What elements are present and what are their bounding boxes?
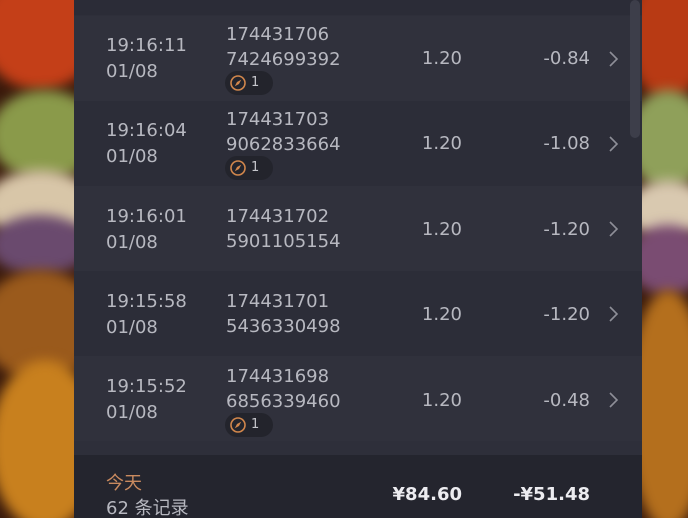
transaction-badge: 1 bbox=[225, 156, 273, 180]
transaction-date: 01/08 bbox=[106, 402, 158, 423]
chevron-right-icon[interactable] bbox=[607, 305, 621, 323]
transaction-id-line2: 7424699392 bbox=[226, 49, 341, 70]
summary-period-label: 今天 bbox=[106, 473, 142, 494]
summary-change: -¥51.48 bbox=[513, 484, 590, 505]
transaction-time: 19:16:04 bbox=[106, 120, 187, 141]
transaction-datetime: 19:15:52 01/08 bbox=[106, 374, 187, 426]
chevron-right-icon[interactable] bbox=[607, 391, 621, 409]
chevron-right-icon[interactable] bbox=[607, 220, 621, 238]
transaction-id-line1: 174431702 bbox=[226, 206, 330, 227]
compass-icon bbox=[230, 417, 246, 433]
transaction-id-line2: 5901105154 bbox=[226, 231, 341, 252]
transaction-id-line1: 174431703 bbox=[226, 109, 330, 130]
previous-row-edge bbox=[74, 0, 642, 15]
summary-total: ¥84.60 bbox=[392, 484, 462, 505]
transaction-row[interactable]: 19:16:11 01/08 174431706 7424699392 1 1.… bbox=[74, 16, 642, 101]
transaction-change: -1.20 bbox=[543, 219, 590, 240]
transaction-id-line1: 174431698 bbox=[226, 366, 330, 387]
transaction-badge: 1 bbox=[225, 71, 273, 95]
badge-count: 1 bbox=[251, 75, 260, 90]
transaction-price: 1.20 bbox=[421, 219, 462, 240]
transaction-list-panel: 19:16:11 01/08 174431706 7424699392 1 1.… bbox=[74, 0, 642, 518]
transaction-id-line2: 6856339460 bbox=[226, 391, 341, 412]
transaction-change: -0.48 bbox=[543, 390, 590, 411]
transaction-row[interactable]: 19:15:58 01/08 174431701 5436330498 1.20… bbox=[74, 271, 642, 356]
transaction-row[interactable]: 19:16:01 01/08 174431702 5901105154 1.20… bbox=[74, 186, 642, 271]
scrollbar-thumb[interactable] bbox=[630, 0, 640, 138]
transaction-time: 19:16:11 bbox=[106, 35, 187, 56]
transaction-id: 174431706 7424699392 bbox=[226, 22, 341, 72]
badge-count: 1 bbox=[251, 160, 260, 175]
transaction-id: 174431702 5901105154 bbox=[226, 204, 341, 254]
transaction-id-line1: 174431701 bbox=[226, 291, 330, 312]
transaction-time: 19:15:52 bbox=[106, 376, 187, 397]
compass-icon bbox=[230, 160, 246, 176]
transaction-time: 19:15:58 bbox=[106, 291, 187, 312]
transaction-id: 174431703 9062833664 bbox=[226, 107, 341, 157]
transaction-change: -1.08 bbox=[543, 133, 590, 154]
transaction-id-line1: 174431706 bbox=[226, 24, 330, 45]
transaction-date: 01/08 bbox=[106, 232, 158, 253]
transaction-price: 1.20 bbox=[421, 48, 462, 69]
transaction-datetime: 19:16:04 01/08 bbox=[106, 118, 187, 170]
transaction-change: -0.84 bbox=[543, 48, 590, 69]
transaction-datetime: 19:15:58 01/08 bbox=[106, 289, 187, 341]
transaction-row[interactable]: 19:16:04 01/08 174431703 9062833664 1 1.… bbox=[74, 101, 642, 186]
transaction-id: 174431698 6856339460 bbox=[226, 364, 341, 414]
transaction-date: 01/08 bbox=[106, 61, 158, 82]
transaction-change: -1.20 bbox=[543, 304, 590, 325]
chevron-right-icon[interactable] bbox=[607, 50, 621, 68]
compass-icon bbox=[230, 75, 246, 91]
transaction-datetime: 19:16:01 01/08 bbox=[106, 204, 187, 256]
transaction-time: 19:16:01 bbox=[106, 206, 187, 227]
chevron-right-icon[interactable] bbox=[607, 135, 621, 153]
app-window: 19:16:11 01/08 174431706 7424699392 1 1.… bbox=[0, 0, 688, 518]
transaction-datetime: 19:16:11 01/08 bbox=[106, 33, 187, 85]
transaction-badge: 1 bbox=[225, 413, 273, 437]
transaction-price: 1.20 bbox=[421, 133, 462, 154]
transaction-date: 01/08 bbox=[106, 317, 158, 338]
transaction-row[interactable]: 19:15:52 01/08 174431698 6856339460 1 1.… bbox=[74, 356, 642, 441]
transaction-price: 1.20 bbox=[421, 304, 462, 325]
transaction-id-line2: 5436330498 bbox=[226, 316, 341, 337]
transaction-date: 01/08 bbox=[106, 146, 158, 167]
transaction-id-line2: 9062833664 bbox=[226, 134, 341, 155]
summary-record-count: 62 条记录 bbox=[106, 498, 189, 518]
background-image-right bbox=[638, 0, 688, 518]
summary-footer: 今天 62 条记录 ¥84.60 -¥51.48 bbox=[74, 455, 642, 518]
transaction-id: 174431701 5436330498 bbox=[226, 289, 341, 339]
badge-count: 1 bbox=[251, 417, 260, 432]
transaction-price: 1.20 bbox=[421, 390, 462, 411]
